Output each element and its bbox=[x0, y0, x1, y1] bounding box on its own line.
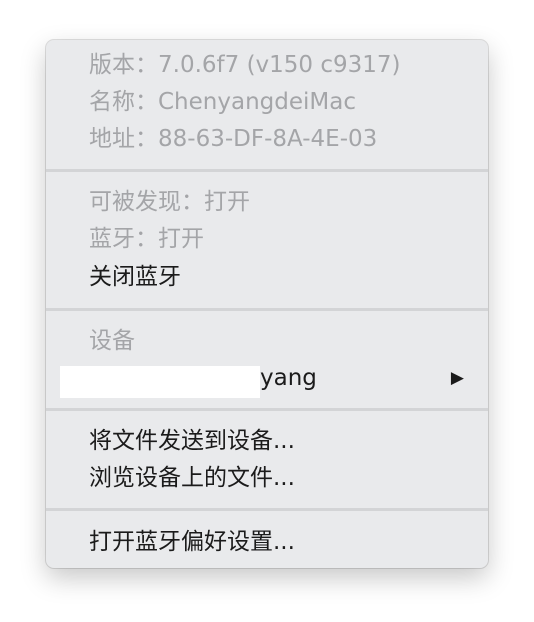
name-info: 名称：ChenyangdeiMac bbox=[46, 84, 488, 120]
bluetooth-menu: 版本：7.0.6f7 (v150 c9317) 名称：ChenyangdeiMa… bbox=[46, 40, 488, 568]
open-bluetooth-prefs-label: 打开蓝牙偏好设置... bbox=[89, 529, 295, 555]
version-info: 版本：7.0.6f7 (v150 c9317) bbox=[46, 47, 488, 83]
bluetooth-status: 蓝牙：打开 bbox=[46, 221, 488, 257]
redacted-device-name bbox=[60, 366, 260, 398]
bluetooth-status-text: 蓝牙：打开 bbox=[89, 226, 204, 252]
open-bluetooth-prefs-item[interactable]: 打开蓝牙偏好设置... bbox=[46, 524, 488, 560]
device-name-label: yang bbox=[260, 365, 317, 391]
browse-files-label: 浏览设备上的文件... bbox=[89, 465, 295, 491]
devices-header: 设备 bbox=[46, 323, 488, 359]
name-text: 名称：ChenyangdeiMac bbox=[89, 89, 356, 115]
version-text: 版本：7.0.6f7 (v150 c9317) bbox=[89, 52, 401, 78]
address-text: 地址：88-63-DF-8A-4E-03 bbox=[89, 126, 378, 152]
separator bbox=[46, 508, 488, 511]
send-file-item[interactable]: 将文件发送到设备... bbox=[46, 423, 488, 459]
device-item[interactable]: yang ▶ bbox=[46, 360, 488, 398]
submenu-arrow-icon: ▶ bbox=[450, 368, 464, 388]
separator bbox=[46, 308, 488, 311]
address-info: 地址：88-63-DF-8A-4E-03 bbox=[46, 121, 488, 157]
discoverable-text: 可被发现：打开 bbox=[89, 189, 250, 215]
browse-files-item[interactable]: 浏览设备上的文件... bbox=[46, 460, 488, 496]
turn-off-bluetooth-item[interactable]: 关闭蓝牙 bbox=[46, 259, 488, 295]
send-file-label: 将文件发送到设备... bbox=[89, 428, 295, 454]
discoverable-status: 可被发现：打开 bbox=[46, 184, 488, 220]
devices-header-text: 设备 bbox=[89, 328, 135, 354]
separator bbox=[46, 169, 488, 172]
separator bbox=[46, 408, 488, 411]
turn-off-bluetooth-label: 关闭蓝牙 bbox=[89, 264, 181, 290]
